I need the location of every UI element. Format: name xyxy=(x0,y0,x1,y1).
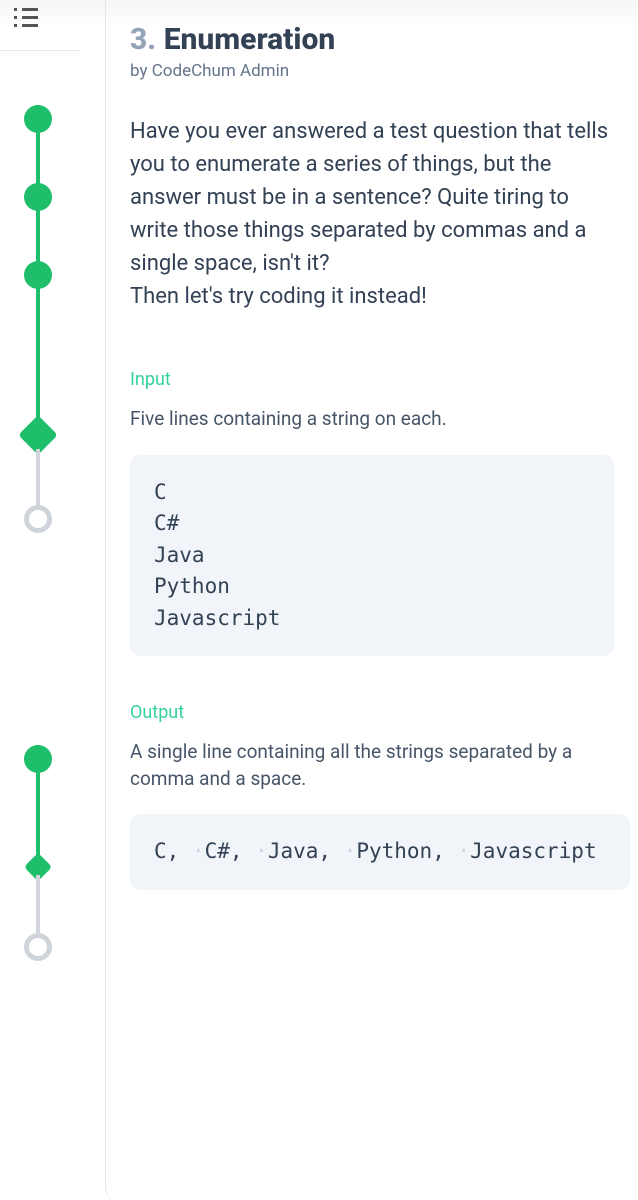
problem-name: Enumeration xyxy=(164,22,336,57)
input-code-block: CC#JavaPythonJavascript xyxy=(130,455,614,657)
problem-description: Have you ever answered a test question t… xyxy=(130,115,638,313)
timeline-dot xyxy=(24,105,52,133)
problem-number: 3. xyxy=(130,22,156,57)
problem-author: by CodeChum Admin xyxy=(130,61,638,81)
timeline-ring xyxy=(24,933,52,961)
timeline-dot xyxy=(24,745,52,773)
output-description: A single line containing all the strings… xyxy=(130,739,638,792)
output-label: Output xyxy=(130,702,638,723)
problem-panel: 3. Enumeration by CodeChum Admin Have yo… xyxy=(105,0,638,1200)
timeline-dot xyxy=(24,183,52,211)
problem-title: 3. Enumeration xyxy=(130,22,638,57)
timeline-dot xyxy=(24,261,52,289)
input-label: Input xyxy=(130,369,638,390)
progress-timeline xyxy=(24,105,52,1200)
input-description: Five lines containing a string on each. xyxy=(130,406,638,433)
divider xyxy=(0,50,80,51)
output-code-block: C, ·C#, ·Java, ·Python, ·Javascript xyxy=(130,814,630,890)
list-menu-icon[interactable] xyxy=(14,6,38,30)
timeline-ring xyxy=(24,505,52,533)
